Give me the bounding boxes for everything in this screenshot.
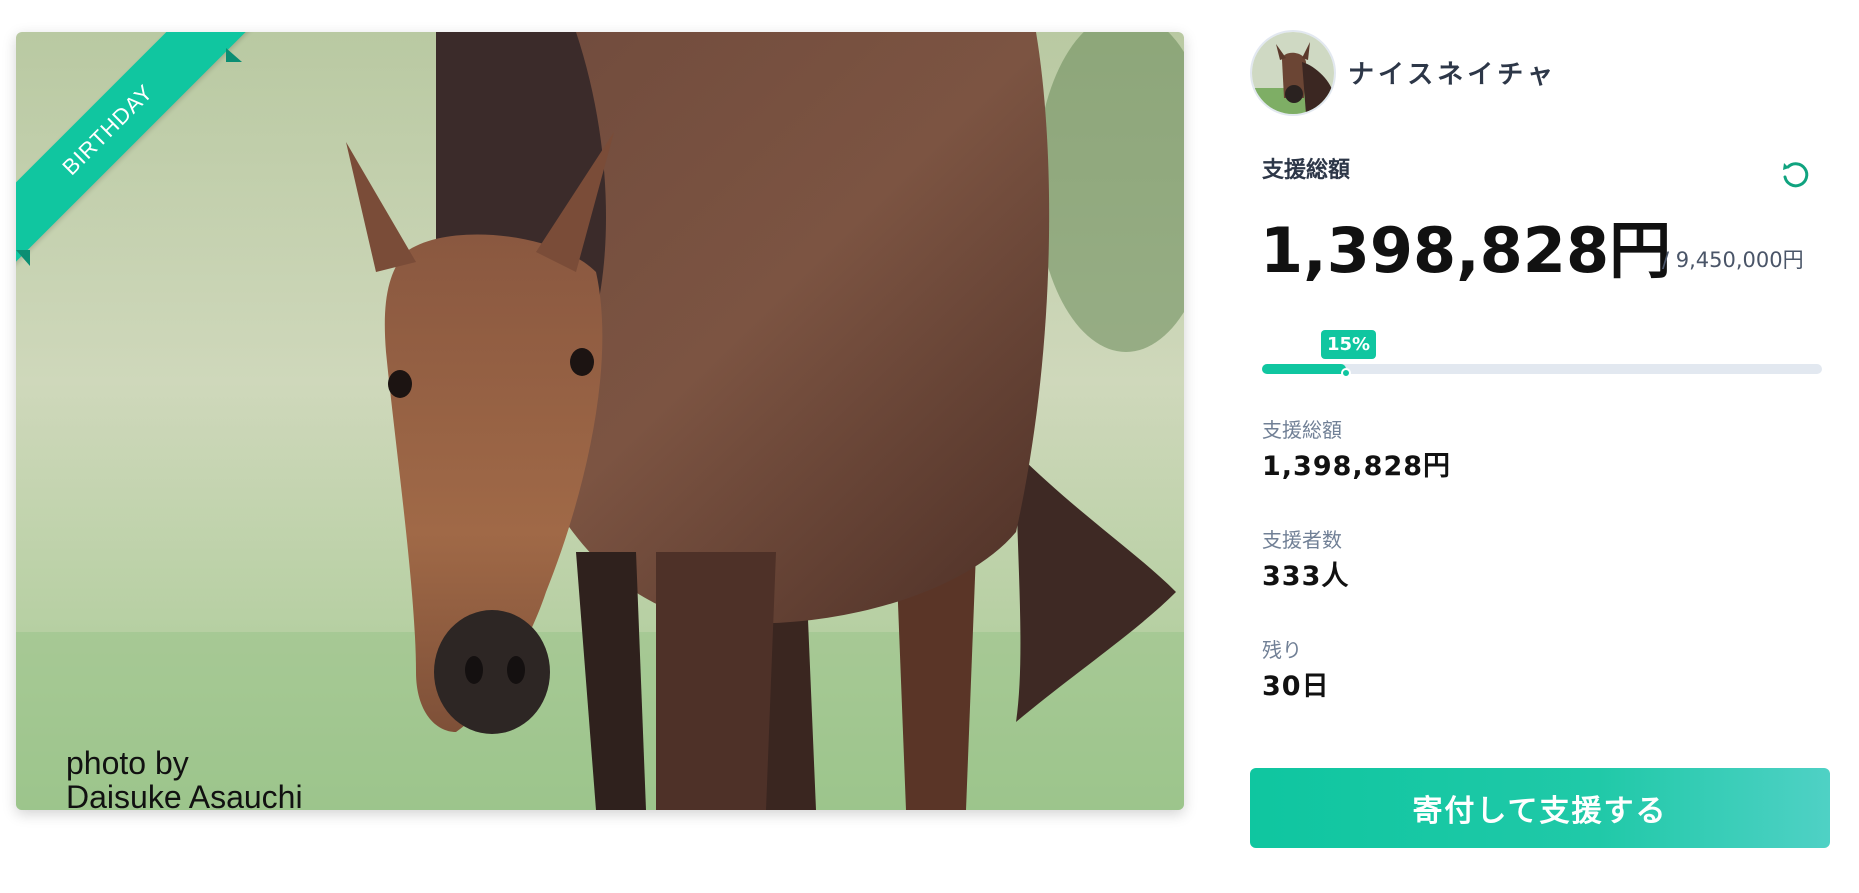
photo-credit: photo by Daisuke Asauchi xyxy=(66,746,303,810)
photo-credit-line2: Daisuke Asauchi xyxy=(66,779,303,810)
horse-avatar-icon xyxy=(1252,32,1334,114)
ribbon-fold xyxy=(226,48,242,62)
horse-photo xyxy=(16,32,1184,810)
stat-label-total: 支援総額 xyxy=(1262,418,1342,442)
refresh-icon[interactable] xyxy=(1778,158,1812,192)
stat-value-supporters: 333人 xyxy=(1262,561,1350,592)
photo-credit-line1: photo by xyxy=(66,745,189,781)
stat-label-remaining: 残り xyxy=(1262,638,1302,662)
organization-name[interactable]: ナイスネイチャ xyxy=(1348,54,1557,91)
ribbon-fold xyxy=(16,250,30,266)
avatar[interactable] xyxy=(1250,30,1336,116)
funding-goal: / 9,450,000円 xyxy=(1662,248,1804,272)
hero-photo: BIRTHDAY photo by Daisuke Asauchi xyxy=(16,32,1184,810)
stat-value-total: 1,398,828円 xyxy=(1262,451,1452,482)
funding-total-label: 支援総額 xyxy=(1262,158,1351,183)
progress-fill xyxy=(1262,364,1346,374)
progress-knob xyxy=(1341,368,1351,378)
funding-total-amount: 1,398,828円 xyxy=(1260,214,1672,287)
stat-label-supporters: 支援者数 xyxy=(1262,528,1342,552)
donate-button[interactable]: 寄付して支援する xyxy=(1250,768,1830,848)
progress-percent-badge: 15% xyxy=(1321,330,1377,359)
stat-value-remaining: 30日 xyxy=(1262,671,1330,702)
